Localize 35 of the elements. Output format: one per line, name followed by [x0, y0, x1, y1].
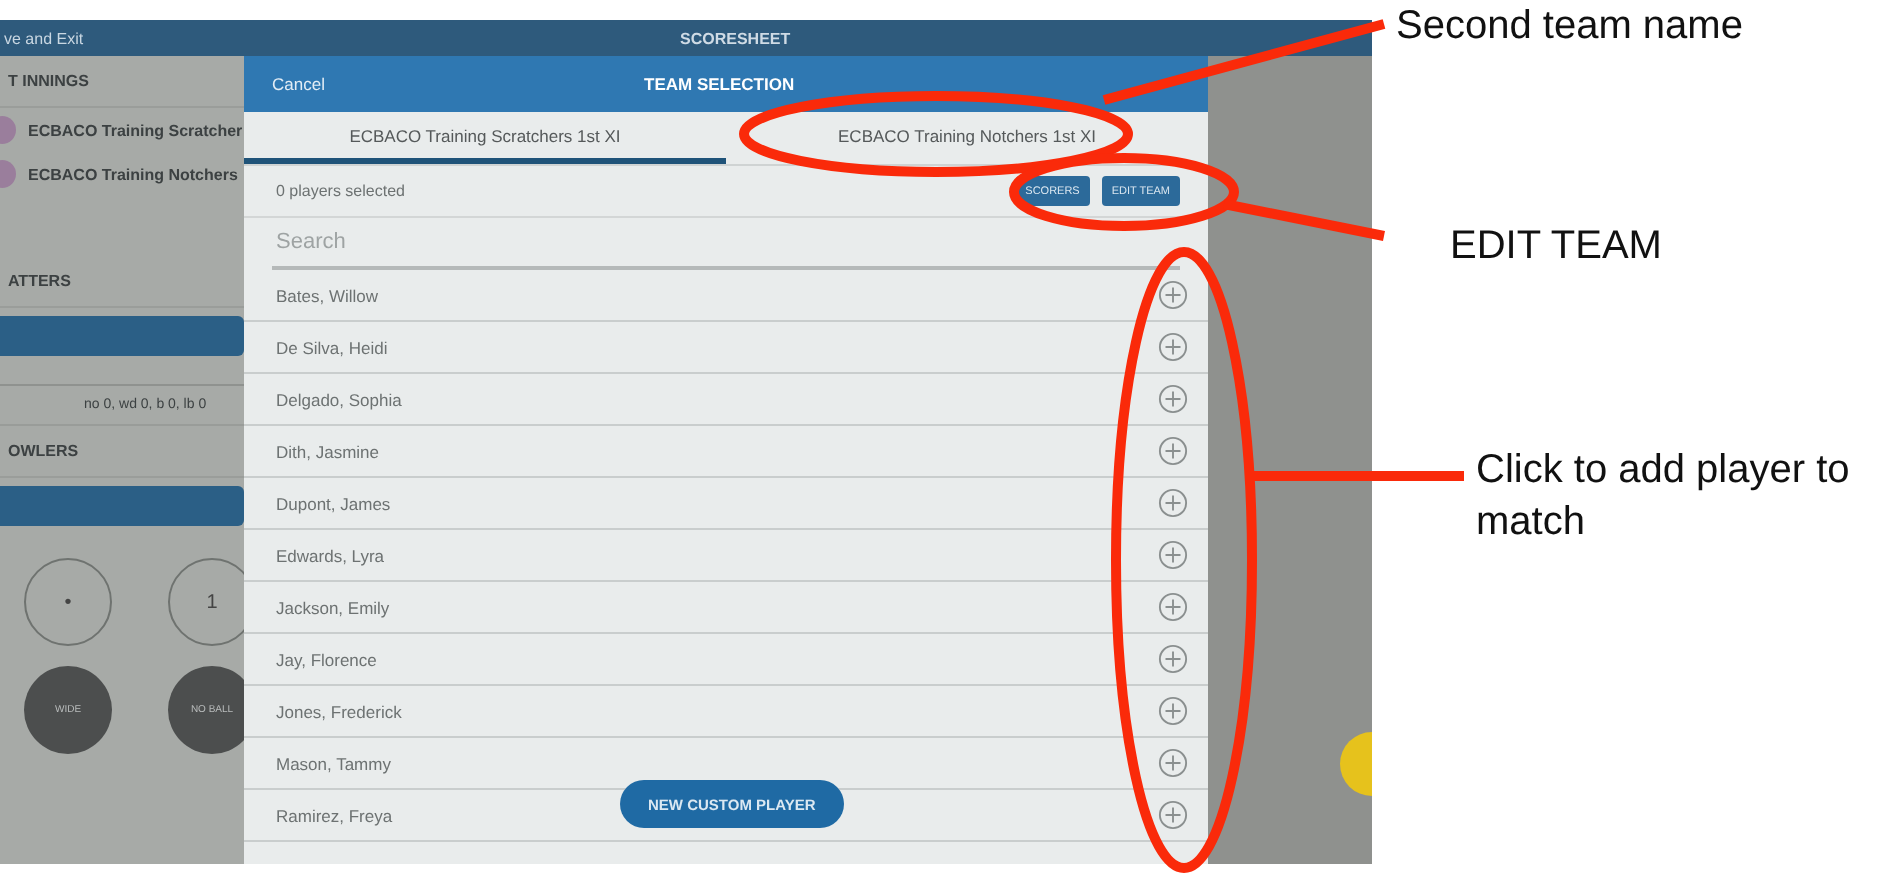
player-name: Delgado, Sophia: [276, 389, 402, 409]
add-icon[interactable]: [1158, 332, 1188, 362]
add-icon[interactable]: [1158, 436, 1188, 466]
add-icon[interactable]: [1158, 384, 1188, 414]
add-icon[interactable]: [1158, 800, 1188, 830]
team-name: ECBACO Training Notchers: [28, 165, 238, 183]
add-icon[interactable]: [1158, 696, 1188, 726]
team-tab[interactable]: ECBACO Training Notchers 1st XI: [726, 112, 1208, 164]
add-icon[interactable]: [1158, 540, 1188, 570]
player-name: Ramirez, Freya: [276, 805, 393, 825]
add-icon[interactable]: [1158, 592, 1188, 622]
add-icon[interactable]: [1158, 748, 1188, 778]
player-name: Bates, Willow: [276, 285, 379, 305]
annotation-label: EDIT TEAM: [1450, 222, 1662, 272]
player-name: Jones, Frederick: [276, 701, 402, 721]
player-name: Dupont, James: [276, 493, 391, 513]
player-name: De Silva, Heidi: [276, 337, 388, 357]
selected-count: 0 players selected: [276, 182, 405, 200]
ball-button[interactable]: •: [24, 558, 112, 646]
player-name: Dith, Jasmine: [276, 441, 379, 461]
add-icon[interactable]: [1158, 280, 1188, 310]
player-name: Mason, Tammy: [276, 753, 391, 773]
cancel-button[interactable]: Cancel: [244, 74, 353, 94]
team-tab[interactable]: ECBACO Training Scratchers 1st XI: [244, 112, 726, 164]
player-name: Jay, Florence: [276, 649, 377, 669]
player-name: Edwards, Lyra: [276, 545, 385, 565]
annotation-label: Second team name: [1396, 2, 1743, 52]
dialog-title: TEAM SELECTION: [644, 74, 795, 94]
add-icon[interactable]: [1158, 488, 1188, 518]
annotation-label: Click to add player to match: [1476, 446, 1852, 548]
player-name: Jackson, Emily: [276, 597, 390, 617]
team-name: ECBACO Training Scratcher: [28, 121, 243, 139]
screen-title: SCORESHEET: [680, 29, 791, 47]
add-icon[interactable]: [1158, 644, 1188, 674]
back-link[interactable]: ve and Exit: [0, 29, 84, 47]
